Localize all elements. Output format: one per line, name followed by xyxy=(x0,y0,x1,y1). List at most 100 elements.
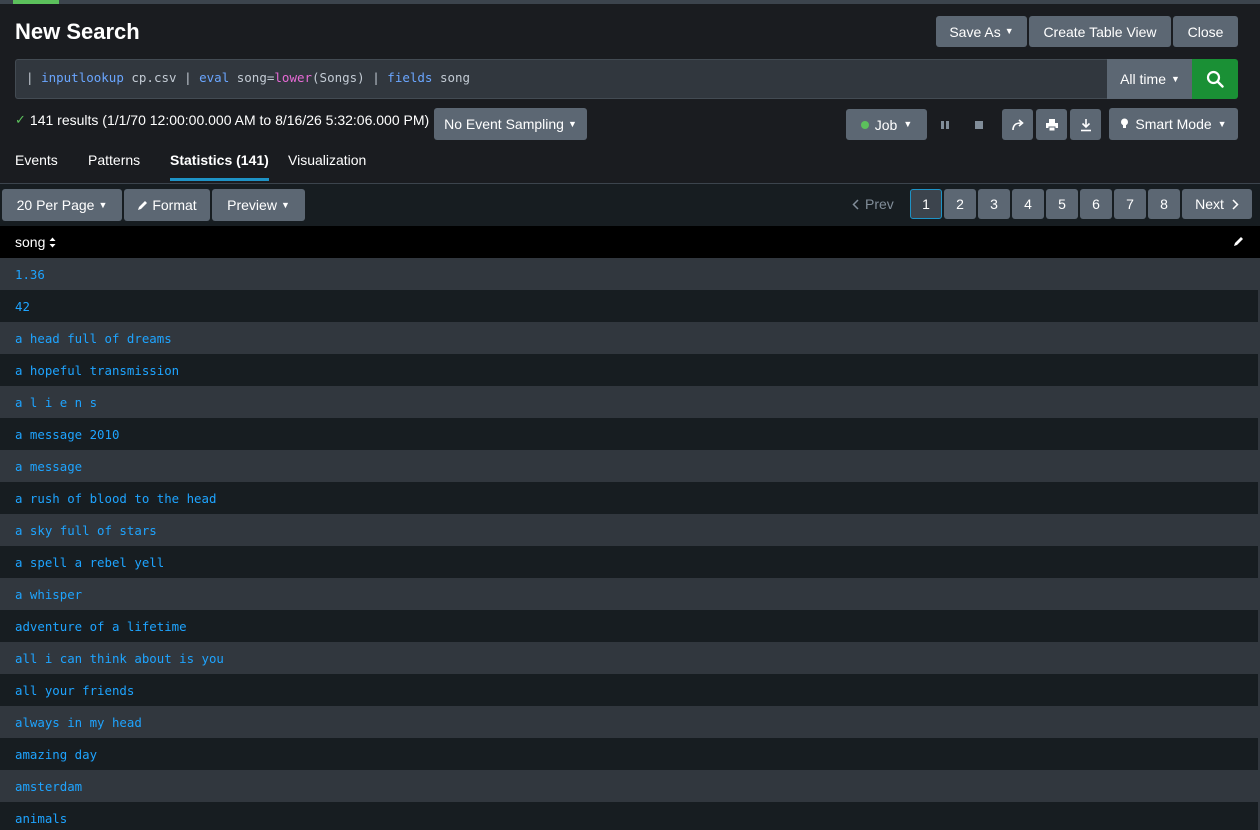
search-mode-dropdown[interactable]: Smart Mode ▼ xyxy=(1109,108,1238,140)
song-cell[interactable]: a spell a rebel yell xyxy=(15,555,164,570)
save-as-button[interactable]: Save As ▼ xyxy=(936,16,1027,47)
page-button-7[interactable]: 7 xyxy=(1114,189,1146,219)
query-function: lower xyxy=(274,70,313,85)
song-cell[interactable]: a hopeful transmission xyxy=(15,363,179,378)
song-cell[interactable]: amsterdam xyxy=(15,779,82,794)
song-cell[interactable]: 1.36 xyxy=(15,267,45,282)
format-label: Format xyxy=(152,197,197,213)
preview-dropdown[interactable]: Preview ▼ xyxy=(212,189,305,221)
tab-visualization[interactable]: Visualization xyxy=(288,152,366,178)
create-table-view-button[interactable]: Create Table View xyxy=(1029,16,1171,47)
download-icon xyxy=(1080,118,1091,131)
table-row[interactable]: a hopeful transmission xyxy=(0,354,1258,386)
column-header-song[interactable]: song xyxy=(15,234,56,250)
table-row[interactable]: a spell a rebel yell xyxy=(0,546,1258,578)
time-range-picker[interactable]: All time ▼ xyxy=(1107,59,1193,99)
page-button-4[interactable]: 4 xyxy=(1012,189,1044,219)
print-icon xyxy=(1045,118,1058,131)
results-summary: ✓ 141 results (1/1/70 12:00:00.000 AM to… xyxy=(15,112,429,128)
format-button[interactable]: Format xyxy=(124,189,210,221)
song-cell[interactable]: a rush of blood to the head xyxy=(15,491,216,506)
table-row[interactable]: a whisper xyxy=(0,578,1258,610)
table-row[interactable]: amsterdam xyxy=(0,770,1258,802)
song-cell[interactable]: all your friends xyxy=(15,683,134,698)
share-icon xyxy=(1011,118,1024,130)
song-cell[interactable]: a l i e n s xyxy=(15,395,97,410)
search-button[interactable] xyxy=(1192,59,1238,99)
song-cell[interactable]: 42 xyxy=(15,299,30,314)
page-button-1[interactable]: 1 xyxy=(910,189,942,219)
table-row[interactable]: animals xyxy=(0,802,1258,830)
table-row[interactable]: a head full of dreams xyxy=(0,322,1258,354)
stop-icon xyxy=(975,120,983,129)
save-as-label: Save As xyxy=(949,23,1001,40)
next-page-button[interactable]: Next xyxy=(1182,189,1252,219)
song-cell[interactable]: a whisper xyxy=(15,587,82,602)
event-sampling-label: No Event Sampling xyxy=(444,116,564,132)
tab-events[interactable]: Events xyxy=(15,152,58,178)
page-button-3[interactable]: 3 xyxy=(978,189,1010,219)
table-row[interactable]: 42 xyxy=(0,290,1258,322)
job-menu-button[interactable]: Job ▼ xyxy=(846,109,927,140)
song-cell[interactable]: a head full of dreams xyxy=(15,331,172,346)
event-sampling-dropdown[interactable]: No Event Sampling ▼ xyxy=(434,108,587,140)
print-button[interactable] xyxy=(1036,109,1067,140)
lightbulb-icon xyxy=(1121,118,1129,128)
table-row[interactable]: a message xyxy=(0,450,1258,482)
table-row[interactable]: 1.36 xyxy=(0,258,1258,290)
page-button-6[interactable]: 6 xyxy=(1080,189,1112,219)
results-count-text: 141 results (1/1/70 12:00:00.000 AM to 8… xyxy=(29,112,430,128)
prev-page-button[interactable]: Prev xyxy=(852,189,894,219)
pencil-icon xyxy=(138,200,148,210)
page-button-8[interactable]: 8 xyxy=(1148,189,1180,219)
time-range-label: All time xyxy=(1120,71,1166,87)
query-token: (Songs) | xyxy=(312,70,388,85)
prev-label: Prev xyxy=(865,196,894,212)
table-row[interactable]: always in my head xyxy=(0,706,1258,738)
chevron-down-icon: ▼ xyxy=(98,199,108,210)
table-header: song xyxy=(0,226,1260,258)
song-cell[interactable]: a message xyxy=(15,459,82,474)
page-button-5[interactable]: 5 xyxy=(1046,189,1078,219)
query-token: | xyxy=(26,70,42,85)
tab-statistics[interactable]: Statistics (141) xyxy=(170,152,269,181)
song-cell[interactable]: animals xyxy=(15,811,67,826)
chevron-right-icon xyxy=(1232,198,1239,210)
share-button[interactable] xyxy=(1002,109,1033,140)
per-page-label: 20 Per Page xyxy=(16,197,95,213)
song-cell[interactable]: amazing day xyxy=(15,747,97,762)
table-row[interactable]: all i can think about is you xyxy=(0,642,1258,674)
table-row[interactable]: all your friends xyxy=(0,674,1258,706)
results-tabs: Events Patterns Statistics (141) Visuali… xyxy=(0,150,1260,184)
song-cell[interactable]: always in my head xyxy=(15,715,142,730)
table-row[interactable]: a message 2010 xyxy=(0,418,1258,450)
per-page-dropdown[interactable]: 20 Per Page ▼ xyxy=(2,189,122,221)
query-token: cp.csv | xyxy=(123,70,200,85)
chevron-left-icon xyxy=(852,198,859,210)
song-cell[interactable]: a message 2010 xyxy=(15,427,119,442)
table-row[interactable]: a rush of blood to the head xyxy=(0,482,1258,514)
table-row[interactable]: a l i e n s xyxy=(0,386,1258,418)
pause-icon xyxy=(941,120,949,129)
sort-icon xyxy=(49,237,56,247)
table-row[interactable]: a sky full of stars xyxy=(0,514,1258,546)
export-button[interactable] xyxy=(1070,109,1101,140)
chevron-down-icon: ▼ xyxy=(280,199,290,210)
page-button-2[interactable]: 2 xyxy=(944,189,976,219)
song-cell[interactable]: adventure of a lifetime xyxy=(15,619,187,634)
search-input[interactable]: | inputlookup cp.csv | eval song=lower(S… xyxy=(15,59,1107,99)
pause-button[interactable] xyxy=(934,109,956,140)
table-row[interactable]: amazing day xyxy=(0,738,1258,770)
tab-patterns[interactable]: Patterns xyxy=(88,152,140,178)
song-cell[interactable]: all i can think about is you xyxy=(15,651,224,666)
close-button[interactable]: Close xyxy=(1173,16,1238,47)
preview-label: Preview xyxy=(227,197,277,213)
edit-column-icon[interactable] xyxy=(1233,236,1244,247)
table-row[interactable]: adventure of a lifetime xyxy=(0,610,1258,642)
query-command: fields xyxy=(387,70,433,85)
chevron-down-icon: ▼ xyxy=(903,119,913,129)
stop-button[interactable] xyxy=(968,109,990,140)
next-label: Next xyxy=(1195,196,1224,212)
search-icon xyxy=(1206,70,1224,88)
song-cell[interactable]: a sky full of stars xyxy=(15,523,157,538)
